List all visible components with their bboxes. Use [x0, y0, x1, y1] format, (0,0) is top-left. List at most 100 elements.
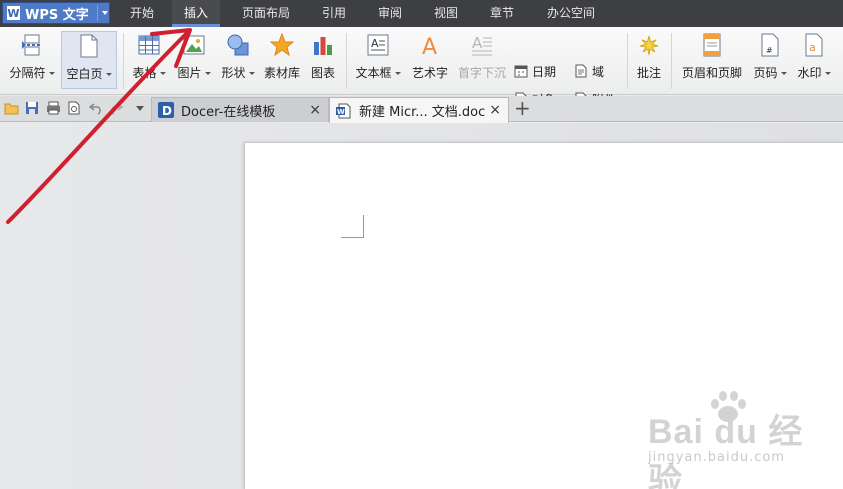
text-box-button[interactable]: A 文本框: [352, 31, 404, 89]
page-break-icon: [20, 33, 44, 57]
dropdown-arrow-icon[interactable]: [159, 72, 166, 75]
tab-start[interactable]: 开始: [118, 0, 166, 27]
shapes-label: 形状: [221, 66, 246, 80]
watermark-icon: a: [802, 33, 826, 57]
page-number-label: 页码: [753, 66, 778, 80]
watermark-label: 水印: [797, 66, 822, 80]
new-tab-button[interactable]: +: [514, 97, 531, 119]
tab-label: Docer-在线模板: [181, 104, 276, 120]
tab-label: 新建 Micr... 文档.doc: [359, 105, 486, 120]
date-label: 日期: [532, 64, 557, 79]
date-button[interactable]: 日期: [514, 62, 556, 80]
text-box-label: 文本框: [355, 66, 392, 80]
table-label: 表格: [132, 66, 157, 80]
picture-button[interactable]: 图片: [174, 31, 214, 89]
field-label: 域: [592, 64, 605, 79]
calendar-icon: [514, 64, 528, 78]
svg-text:W: W: [337, 108, 345, 116]
tab-references[interactable]: 引用: [310, 0, 358, 27]
dropdown-arrow-icon[interactable]: [204, 72, 211, 75]
picture-label: 图片: [177, 66, 202, 80]
tab-page-layout[interactable]: 页面布局: [232, 0, 300, 27]
tab-new-document[interactable]: W 新建 Micr... 文档.doc ×: [329, 97, 509, 123]
field-icon: [574, 64, 588, 78]
baidu-jingyan-watermark: Bai du 经验 jingyan.baidu.com: [648, 391, 838, 489]
svg-text:#: #: [766, 46, 773, 55]
dropdown-arrow-icon[interactable]: [248, 72, 255, 75]
ribbon-divider: [346, 33, 347, 89]
wps-logo-icon: W: [7, 6, 20, 20]
shapes-icon: [226, 33, 250, 57]
tab-office-space[interactable]: 办公空间: [538, 0, 604, 27]
header-footer-icon: [700, 33, 724, 57]
svg-text:D: D: [162, 104, 172, 118]
docer-icon: D: [158, 102, 174, 118]
page-break-label: 分隔符: [9, 66, 46, 80]
dropdown-arrow-icon[interactable]: [105, 73, 112, 76]
material-library-label: 素材库: [263, 66, 300, 80]
menu-bar: W WPS 文字 开始 插入 页面布局 引用 审阅 视图 章节 办公空间: [0, 0, 843, 27]
svg-text:A: A: [472, 34, 483, 52]
print-icon[interactable]: [45, 100, 61, 116]
page-number-icon: #: [758, 33, 782, 57]
tab-review[interactable]: 审阅: [366, 0, 414, 27]
watermark-main-text: Bai du 经验: [648, 413, 804, 489]
app-menu-divider: [97, 5, 98, 21]
document-tab-strip: D Docer-在线模板 × W 新建 Micr... 文档.doc × +: [0, 96, 843, 123]
svg-text:A: A: [422, 35, 437, 57]
blank-page-icon: [77, 34, 101, 58]
page-number-button[interactable]: # 页码: [750, 31, 790, 89]
tab-insert[interactable]: 插入: [172, 0, 220, 27]
dropdown-arrow-icon[interactable]: [394, 72, 401, 75]
chart-button[interactable]: 图表: [306, 31, 340, 89]
close-icon[interactable]: ×: [489, 102, 501, 118]
watermark-button[interactable]: a 水印: [794, 31, 834, 89]
dropdown-arrow-icon[interactable]: [48, 72, 55, 75]
ribbon-divider: [627, 33, 628, 89]
svg-text:A: A: [371, 37, 379, 50]
dropdown-arrow-icon[interactable]: [824, 72, 831, 75]
watermark-url-text: jingyan.baidu.com: [648, 450, 785, 465]
wps-app-menu-button[interactable]: W WPS 文字: [2, 2, 110, 24]
header-footer-button[interactable]: 页眉和页脚: [678, 31, 746, 89]
drop-cap-icon: A: [470, 33, 494, 57]
ribbon-divider: [671, 33, 672, 89]
close-icon[interactable]: ×: [309, 102, 321, 118]
undo-icon[interactable]: [88, 100, 104, 116]
ribbon-divider: [123, 33, 124, 89]
table-icon: [137, 33, 161, 57]
app-menu-label: WPS 文字: [25, 7, 89, 23]
word-art-button[interactable]: A 艺术字: [408, 31, 452, 89]
svg-text:a: a: [809, 41, 816, 54]
tab-docer-templates[interactable]: D Docer-在线模板 ×: [151, 97, 329, 122]
comment-label: 批注: [636, 66, 661, 80]
material-library-button[interactable]: 素材库: [262, 31, 302, 89]
drop-cap-button: A 首字下沉: [456, 31, 508, 89]
page-break-button[interactable]: 分隔符: [6, 31, 58, 89]
shapes-button[interactable]: 形状: [218, 31, 258, 89]
save-icon[interactable]: [24, 100, 40, 116]
comment-button[interactable]: 批注: [632, 31, 666, 89]
field-button[interactable]: 域: [574, 62, 604, 80]
chart-icon: [311, 33, 335, 57]
customize-dropdown-icon[interactable]: [132, 100, 148, 116]
comment-icon: [637, 33, 661, 57]
picture-icon: [182, 33, 206, 57]
blank-page-label: 空白页: [66, 67, 103, 81]
word-doc-icon: W: [336, 103, 352, 119]
drop-cap-label: 首字下沉: [457, 66, 506, 80]
tab-chapter[interactable]: 章节: [478, 0, 526, 27]
chevron-down-icon[interactable]: [102, 11, 108, 15]
open-folder-icon[interactable]: [4, 100, 20, 116]
dropdown-arrow-icon[interactable]: [780, 72, 787, 75]
tab-view[interactable]: 视图: [422, 0, 470, 27]
table-button[interactable]: 表格: [128, 31, 170, 89]
margin-corner-mark: [341, 215, 364, 238]
header-footer-label: 页眉和页脚: [681, 66, 742, 80]
text-box-icon: A: [366, 33, 390, 57]
redo-icon[interactable]: [108, 100, 124, 116]
word-art-label: 艺术字: [411, 66, 448, 80]
insert-ribbon: 分隔符 空白页 表格 图片 形状 素材库 图表 A 文本框 A 艺术字 A 首字…: [0, 27, 843, 107]
print-preview-icon[interactable]: [66, 100, 82, 116]
blank-page-button[interactable]: 空白页: [61, 31, 117, 89]
